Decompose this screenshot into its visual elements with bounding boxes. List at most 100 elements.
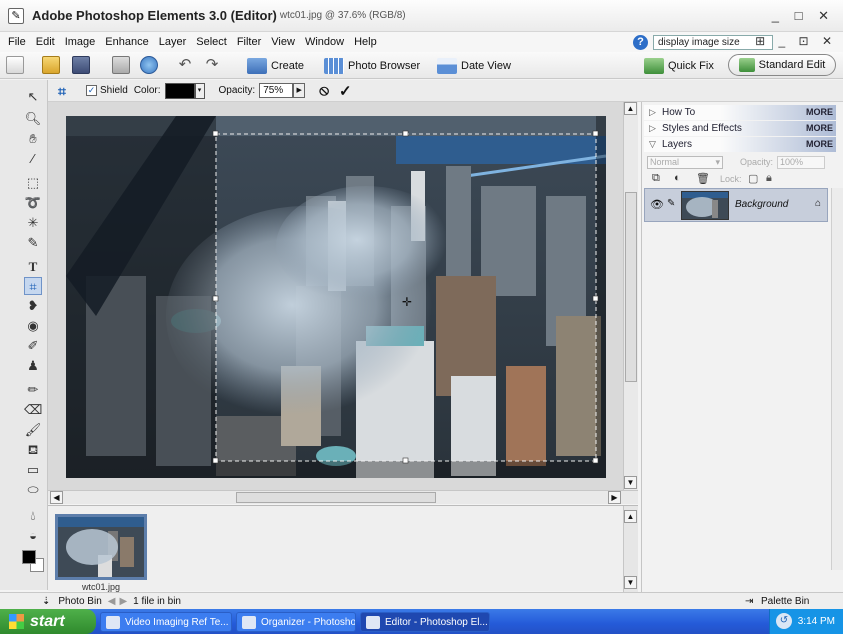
palette-bin-toggle-icon[interactable]: ⇥ [745, 596, 753, 607]
zoom-tool-icon[interactable]: 🔍︎ [24, 110, 42, 128]
photo-browser-button[interactable]: Photo Browser [324, 57, 420, 75]
layer-visibility-eye-icon[interactable]: 👁︎ [650, 198, 664, 211]
crop-tool-button[interactable]: ⌗ [24, 277, 42, 295]
task-organizer[interactable]: Organizer - Photosho... [236, 612, 356, 632]
commit-crop-icon[interactable]: ✓ [339, 82, 352, 100]
task-video-imaging[interactable]: Video Imaging Ref Te... [100, 612, 232, 632]
red-eye-tool-icon[interactable]: ◉ [24, 317, 42, 335]
move-tool-icon[interactable]: ↖ [24, 88, 42, 106]
menu-enhance[interactable]: Enhance [100, 36, 153, 48]
opacity-input[interactable]: 75% [259, 83, 294, 98]
photo-bin-scrollbar[interactable]: ▲ ▼ [623, 506, 638, 592]
delete-layer-icon[interactable]: 🗑︎ [696, 172, 710, 185]
color-dropdown-button[interactable]: ▾ [194, 82, 205, 99]
magic-wand-tool-icon[interactable]: ✳ [24, 214, 42, 232]
save-icon[interactable] [72, 56, 90, 74]
window-controls[interactable]: _ □ ✕ [772, 8, 835, 24]
shield-color-swatch[interactable] [164, 82, 195, 99]
gradient-tool-icon[interactable]: ▭ [24, 461, 42, 479]
menu-layer[interactable]: Layer [154, 36, 192, 48]
how-to-palette-header[interactable]: ▷ How To MORE [644, 105, 836, 120]
pencil-tool-icon[interactable]: ✏ [24, 381, 42, 399]
eyedropper-tool-icon[interactable]: ⁄ [24, 150, 42, 168]
how-to-more-button[interactable]: MORE [806, 105, 833, 120]
photo-bin-thumbnail[interactable] [55, 514, 147, 580]
layer-row-background[interactable]: 👁︎ ✎ Background ⌂ [644, 188, 828, 222]
menu-bar: File Edit Image Enhance Layer Select Fil… [0, 32, 843, 52]
type-tool-icon[interactable]: T [24, 258, 42, 276]
new-file-icon[interactable] [6, 56, 24, 74]
menu-help[interactable]: Help [349, 36, 382, 48]
shield-checkbox[interactable]: ✓ [86, 85, 97, 96]
quick-fix-button[interactable]: Quick Fix [644, 55, 714, 76]
lock-all-icon[interactable]: 🔒︎ [766, 172, 772, 185]
shape-tool-icon[interactable]: ⬭ [24, 481, 42, 499]
menu-view[interactable]: View [266, 36, 300, 48]
undo-icon[interactable]: ↶ [176, 56, 194, 74]
blend-mode-select[interactable]: Normal ▾ [647, 156, 723, 169]
bin-next-icon[interactable]: ▶ [119, 596, 127, 607]
layer-opacity-input[interactable]: 100% [777, 156, 825, 169]
color-swatches[interactable] [22, 550, 46, 576]
standard-edit-button[interactable]: Standard Edit [728, 54, 836, 76]
styles-effects-palette-header[interactable]: ▷ Styles and Effects MORE [644, 121, 836, 136]
bin-scroll-up-button[interactable]: ▲ [624, 510, 637, 523]
menu-window[interactable]: Window [300, 36, 349, 48]
print-icon[interactable] [112, 56, 130, 74]
palette-bin-label[interactable]: Palette Bin [761, 596, 809, 607]
photo-bin-toggle-icon[interactable]: ⇣ [42, 596, 50, 607]
blur-tool-icon[interactable]: 💧︎ [24, 507, 42, 525]
document-window-controls[interactable]: ⊞ _ ⊡ ✕ [755, 34, 837, 48]
scroll-right-button[interactable]: ▶ [608, 491, 621, 504]
lock-transparency-icon[interactable]: ▢ [748, 172, 758, 185]
lasso-tool-icon[interactable]: ➰ [24, 194, 42, 212]
new-layer-icon[interactable]: ⧉ [652, 172, 660, 185]
hand-tool-icon[interactable]: ✋︎ [24, 130, 42, 148]
layers-palette-header[interactable]: ▽ Layers MORE [644, 137, 836, 152]
layer-opacity-label: Opacity: [740, 157, 774, 167]
vertical-scroll-thumb[interactable] [625, 192, 637, 382]
horizontal-scroll-thumb[interactable] [236, 492, 436, 503]
menu-filter[interactable]: Filter [232, 36, 266, 48]
menu-file[interactable]: File [0, 36, 31, 48]
adjustment-layer-icon[interactable]: ◐ [674, 172, 681, 184]
foreground-color-swatch[interactable] [22, 550, 36, 564]
menu-image[interactable]: Image [60, 36, 101, 48]
menu-select[interactable]: Select [191, 36, 232, 48]
bin-scroll-down-button[interactable]: ▼ [624, 576, 637, 589]
online-services-icon[interactable] [140, 56, 158, 74]
photo-bin-title[interactable]: Photo Bin [58, 596, 101, 607]
help-icon[interactable]: ? [633, 35, 648, 50]
start-button[interactable]: start [0, 609, 96, 634]
document-image[interactable]: ✛ [66, 116, 606, 478]
tray-app-icon[interactable]: ↺ [776, 613, 792, 629]
scroll-left-button[interactable]: ◀ [50, 491, 63, 504]
selection-brush-tool-icon[interactable]: ✎ [24, 234, 42, 252]
scroll-up-button[interactable]: ▲ [624, 102, 637, 115]
opacity-slider-button[interactable]: ▶ [293, 83, 306, 98]
cancel-crop-icon[interactable]: ⦸ [319, 82, 329, 99]
clone-stamp-tool-icon[interactable]: ♟ [24, 357, 42, 375]
document-info: wtc01.jpg @ 37.6% (RGB/8) [279, 10, 406, 21]
canvas-horizontal-scrollbar[interactable]: ◀ ▶ [48, 490, 638, 504]
create-button[interactable]: Create [247, 57, 304, 75]
open-folder-icon[interactable] [42, 56, 60, 74]
shortcuts-bar: ↶ ↷ Create Photo Browser Date View Quick… [0, 52, 843, 79]
sponge-tool-icon[interactable]: ◒ [24, 527, 42, 545]
scroll-down-button[interactable]: ▼ [624, 476, 637, 489]
task-editor[interactable]: Editor - Photoshop El... [360, 612, 490, 632]
bin-prev-icon[interactable]: ◀ [108, 596, 116, 607]
palette-scrollbar[interactable] [831, 188, 843, 570]
canvas-vertical-scrollbar[interactable]: ▲ ▼ [623, 102, 638, 490]
layers-more-button[interactable]: MORE [806, 137, 833, 152]
healing-brush-tool-icon[interactable]: ✐ [24, 337, 42, 355]
marquee-tool-icon[interactable]: ⬚ [24, 174, 42, 192]
styles-more-button[interactable]: MORE [806, 121, 833, 136]
redo-icon[interactable]: ↷ [203, 56, 221, 74]
cookie-cutter-tool-icon[interactable]: ❥ [24, 297, 42, 315]
menu-edit[interactable]: Edit [31, 36, 60, 48]
brush-tool-icon[interactable]: 🖌︎ [24, 421, 42, 439]
eraser-tool-icon[interactable]: ⌫ [24, 401, 42, 419]
paint-bucket-tool-icon[interactable]: ⛾ [24, 441, 42, 459]
date-view-button[interactable]: Date View [437, 57, 511, 75]
